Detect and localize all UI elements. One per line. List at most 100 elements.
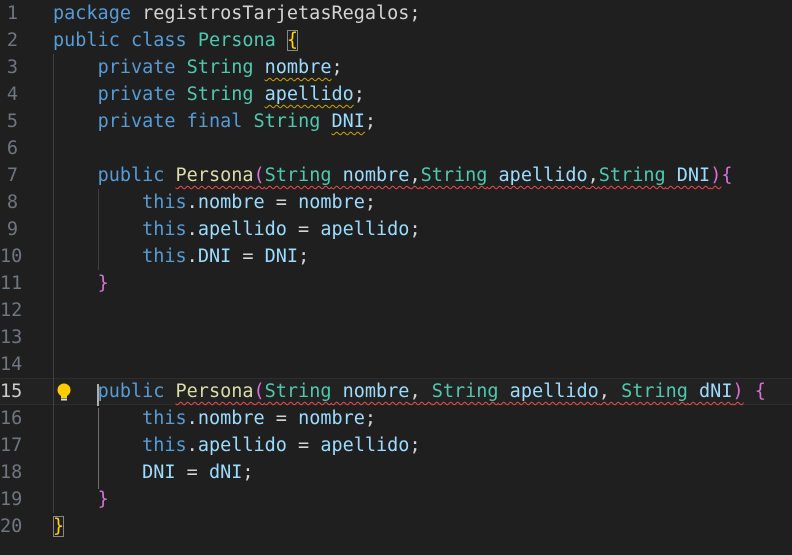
code-token: apellido — [264, 84, 354, 105]
code-token: this — [142, 192, 187, 213]
code-line[interactable]: 6 — [0, 135, 792, 162]
code-token: . — [186, 219, 198, 240]
code-text: private final String DNI; — [53, 108, 376, 135]
code-token: } — [97, 273, 109, 294]
code-text: DNI = dNI; — [53, 459, 253, 486]
code-text: public Persona(String nombre,String apel… — [53, 162, 733, 189]
code-text: } — [53, 486, 109, 513]
line-number: 3 — [6, 57, 18, 78]
code-line[interactable]: 15 public Persona(String nombre, String … — [0, 378, 792, 405]
line-number: 14 — [0, 354, 23, 375]
code-token: ; — [331, 57, 343, 78]
line-number: 8 — [6, 192, 18, 213]
code-token: ; — [364, 111, 377, 132]
code-token: DNI — [197, 246, 232, 267]
code-line[interactable]: 8 this.nombre = nombre; — [0, 189, 792, 216]
code-token: String — [253, 111, 321, 132]
code-line[interactable]: 14 — [0, 351, 792, 378]
line-number: 6 — [6, 138, 18, 159]
code-line[interactable]: 3 private String nombre; — [0, 54, 792, 81]
code-token: dNI — [687, 381, 733, 402]
lightbulb-icon[interactable] — [55, 382, 73, 402]
code-editor[interactable]: 1 package registrosTarjetasRegalos; 2 publi… — [0, 0, 792, 555]
code-token: nombre — [331, 381, 410, 402]
code-token: this — [142, 408, 187, 429]
code-token: { — [286, 30, 299, 51]
code-token: nombre — [298, 408, 365, 429]
code-token: DNI — [142, 462, 176, 483]
code-text: this.nombre = nombre; — [53, 189, 376, 216]
code-token: apellido — [320, 435, 410, 456]
code-token: ) — [710, 165, 722, 186]
code-token: Persona — [175, 381, 254, 402]
code-token: String — [621, 381, 688, 402]
code-token: ; — [364, 408, 377, 429]
code-line[interactable]: 11 } — [0, 270, 792, 297]
code-token: ; — [298, 246, 310, 267]
code-line[interactable]: 13 — [0, 324, 792, 351]
code-token: Persona — [197, 30, 276, 51]
code-line[interactable]: 18 DNI = dNI; — [0, 459, 792, 486]
code-text: this.DNI = DNI; — [53, 243, 309, 270]
code-token: } — [53, 516, 65, 537]
code-text: this.apellido = apellido; — [53, 432, 420, 459]
line-number: 17 — [0, 435, 23, 456]
line-number: 19 — [0, 489, 23, 510]
code-line[interactable]: 10 this.DNI = DNI; — [0, 243, 792, 270]
code-token: , — [409, 381, 432, 402]
code-line[interactable]: 19 } — [0, 486, 792, 513]
code-line[interactable]: 17 this.apellido = apellido; — [0, 432, 792, 459]
code-line[interactable]: 20} — [0, 513, 792, 540]
code-token: = — [175, 462, 209, 483]
code-token: nombre — [197, 192, 265, 213]
code-text: this.nombre = nombre; — [53, 405, 376, 432]
code-token: package — [53, 3, 131, 24]
code-line[interactable]: 1 package registrosTarjetasRegalos; — [0, 0, 792, 27]
code-token: ; — [364, 192, 377, 213]
code-token: . — [186, 246, 198, 267]
line-number: 13 — [0, 327, 23, 348]
code-token: public — [97, 165, 165, 186]
code-token: apellido — [197, 219, 287, 240]
code-token: DNI — [264, 246, 299, 267]
code-line[interactable]: 5 private final String DNI; — [0, 108, 792, 135]
code-token: . — [186, 408, 198, 429]
indent-guide — [53, 54, 54, 513]
code-line[interactable]: 4 private String apellido; — [0, 81, 792, 108]
line-number: 12 — [0, 300, 23, 321]
code-token: = — [231, 246, 265, 267]
code-line[interactable]: 9 this.apellido = apellido; — [0, 216, 792, 243]
code-line[interactable]: 16 this.nombre = nombre; — [0, 405, 792, 432]
line-number: 1 — [6, 3, 18, 24]
code-token: ; — [353, 84, 365, 105]
code-token: String — [598, 165, 666, 186]
code-token: , — [598, 381, 622, 402]
line-number: 7 — [6, 165, 18, 186]
code-token: DNI — [331, 111, 365, 132]
code-line[interactable]: 2 public class Persona { — [0, 27, 792, 54]
code-token: public — [97, 381, 165, 402]
code-text: public Persona(String nombre, String ape… — [53, 378, 766, 405]
code-token: = — [264, 408, 299, 429]
code-text: this.apellido = apellido; — [53, 216, 420, 243]
code-token: . — [186, 192, 198, 213]
code-token: nombre — [298, 192, 365, 213]
code-token: } — [97, 489, 109, 510]
code-token: , — [409, 165, 421, 186]
line-number: 15 — [0, 381, 23, 402]
code-line[interactable]: 12 — [0, 297, 792, 324]
code-token: private — [97, 57, 176, 78]
code-line[interactable]: 7 public Persona(String nombre,String ap… — [0, 162, 792, 189]
